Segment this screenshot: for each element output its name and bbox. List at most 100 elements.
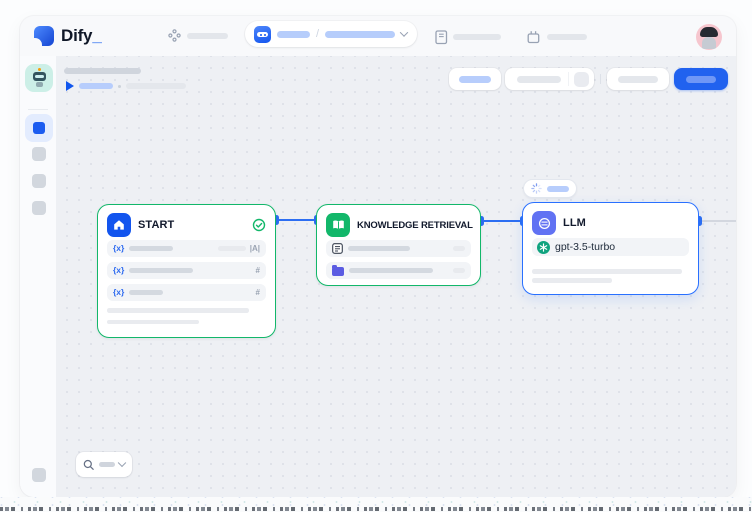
sidebar-item-placeholder-1[interactable] (32, 147, 46, 161)
variable-row: {x} |A| (107, 240, 266, 257)
edge-llm-outgoing (701, 220, 736, 222)
explore-nav-placeholder[interactable] (187, 33, 228, 39)
meta-placeholder (453, 246, 465, 251)
variable-row: {x} # (107, 262, 266, 279)
plugins-nav-placeholder[interactable] (547, 34, 587, 40)
node-description (523, 269, 698, 283)
docs-nav-placeholder[interactable] (453, 34, 501, 40)
robot-antenna (38, 68, 41, 71)
meta-placeholder (453, 268, 465, 273)
run-label-placeholder (79, 83, 113, 89)
dataset-name-placeholder (348, 246, 410, 251)
user-avatar[interactable] (696, 24, 722, 50)
robot-head (33, 72, 46, 81)
check-circle-icon (252, 218, 266, 232)
artifact-specks (0, 497, 752, 506)
brand-name: Dify (61, 26, 92, 45)
screen: Dify_ / (0, 0, 752, 512)
spinner-icon (531, 183, 542, 194)
model-selector[interactable]: gpt-3.5-turbo (532, 238, 689, 256)
sidebar-item-placeholder-bottom[interactable] (32, 468, 46, 482)
description-placeholder (532, 269, 682, 274)
segment-divider (568, 72, 569, 86)
dify-logo-icon (34, 26, 54, 46)
openai-icon (537, 241, 550, 254)
zoom-level-placeholder (99, 462, 115, 467)
explore-icon[interactable] (168, 29, 181, 42)
plugins-icon[interactable] (527, 30, 541, 44)
toolbar-button-features[interactable] (449, 68, 501, 90)
app-switcher[interactable]: / (245, 21, 417, 47)
home-icon (107, 213, 131, 237)
type-number-badge: # (256, 289, 260, 297)
variable-row: {x} # (107, 284, 266, 301)
variable-name-placeholder (129, 246, 173, 251)
chevron-down-icon[interactable] (118, 458, 126, 466)
button-label-placeholder (618, 76, 658, 83)
button-label-placeholder (517, 76, 561, 83)
value-placeholder (218, 246, 246, 251)
dify-logo-text: Dify_ (61, 24, 102, 48)
app-robot-icon (254, 26, 271, 43)
variable-icon: {x} (113, 266, 124, 275)
type-string-badge: |A| (250, 245, 260, 253)
play-icon (66, 81, 74, 91)
dot-separator (118, 85, 121, 88)
node-title: START (138, 219, 245, 231)
button-label-placeholder (459, 76, 491, 83)
segment-icon-placeholder[interactable] (574, 72, 589, 87)
dataset-row (326, 262, 471, 279)
run-meta-placeholder (126, 83, 186, 89)
node-start[interactable]: START {x} |A| {x} # {x} # (97, 204, 276, 338)
robot-body (36, 82, 43, 87)
llm-model-icon (532, 211, 556, 235)
model-name: gpt-3.5-turbo (555, 241, 615, 253)
node-knowledge-retrieval[interactable]: KNOWLEDGE RETRIEVAL (316, 204, 481, 286)
sidebar (20, 56, 56, 497)
sidebar-divider (28, 109, 48, 110)
dataset-doc-icon (332, 243, 343, 254)
variable-name-placeholder (129, 268, 193, 273)
search-zoom-icon (83, 459, 95, 471)
node-running-badge (523, 179, 577, 198)
edge-start-to-knowledge (278, 219, 316, 221)
workflow-icon (33, 122, 45, 134)
status-label-placeholder (547, 186, 569, 192)
zoom-control[interactable] (76, 452, 132, 477)
variable-name-placeholder (129, 290, 163, 295)
button-label-placeholder (686, 76, 716, 83)
edge-knowledge-to-llm (481, 220, 522, 222)
folder-icon (332, 267, 344, 276)
sidebar-item-workflow-selected[interactable] (25, 114, 53, 142)
variable-icon: {x} (113, 288, 124, 297)
workflow-name-placeholder (325, 31, 395, 38)
run-status-row[interactable] (66, 80, 186, 92)
node-llm[interactable]: LLM gpt-3.5-turbo (522, 202, 699, 295)
node-header: LLM (523, 203, 698, 238)
toolbar-button-run-group[interactable] (505, 68, 594, 90)
description-placeholder (107, 308, 249, 313)
docs-icon[interactable] (435, 30, 448, 45)
node-title: LLM (563, 217, 689, 229)
artifact-text-dashes (0, 507, 752, 511)
background-artifact-strip (0, 497, 752, 512)
breadcrumb-separator: / (316, 28, 319, 40)
sidebar-item-placeholder-2[interactable] (32, 174, 46, 188)
toolbar-divider (600, 74, 601, 84)
variable-icon: {x} (113, 244, 124, 253)
header: Dify_ / (20, 16, 736, 56)
node-header: KNOWLEDGE RETRIEVAL (317, 205, 480, 240)
description-placeholder (107, 320, 199, 325)
workflow-title-placeholder (64, 68, 141, 74)
workflow-canvas[interactable]: START {x} |A| {x} # {x} # (56, 56, 736, 497)
description-placeholder (532, 278, 612, 283)
node-header: START (98, 205, 275, 240)
toolbar-button-preview[interactable] (607, 68, 669, 90)
toolbar-button-publish[interactable] (674, 68, 728, 90)
current-app-icon[interactable] (25, 64, 53, 92)
chevron-down-icon[interactable] (400, 28, 408, 36)
sidebar-item-placeholder-3[interactable] (32, 201, 46, 215)
dataset-name-placeholder (349, 268, 433, 273)
app-name-placeholder (277, 31, 310, 38)
type-number-badge: # (256, 267, 260, 275)
